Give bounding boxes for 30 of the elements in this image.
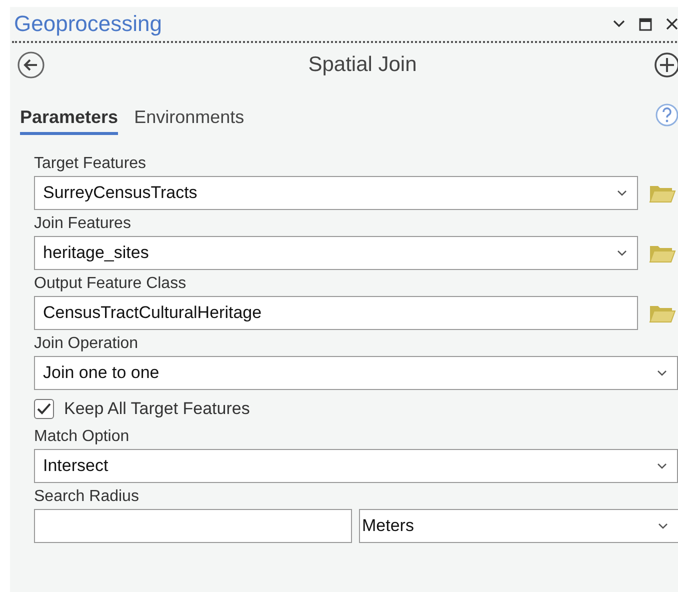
chevron-down-icon (657, 463, 667, 469)
parameter-label: Search Radius (34, 488, 140, 506)
chevron-down-icon (657, 370, 667, 376)
dropdown-field[interactable]: SurreyCensusTracts (34, 176, 638, 210)
checkbox-label: Keep All Target Features (64, 399, 250, 419)
parameter-label: Target Features (34, 155, 148, 173)
chevron-down-icon[interactable] (613, 20, 625, 28)
parameter-label: Output Feature Class (34, 275, 188, 293)
chevron-down-icon (617, 190, 627, 196)
input-field[interactable]: CensusTractCulturalHeritage (34, 296, 638, 330)
help-icon[interactable] (655, 103, 678, 127)
back-icon[interactable] (17, 51, 45, 79)
pane-title: Geoprocessing (14, 11, 163, 37)
parameter-label: Match Option (34, 428, 130, 446)
checkbox[interactable] (34, 399, 54, 419)
dropdown-field[interactable]: Intersect (34, 449, 678, 483)
add-icon[interactable] (654, 52, 678, 78)
dropdown-field[interactable]: Meters (359, 509, 678, 543)
tab[interactable]: Environments (134, 106, 244, 135)
maximize-icon[interactable] (639, 18, 652, 30)
close-icon[interactable] (666, 18, 678, 30)
chevron-down-icon (658, 523, 668, 529)
chevron-down-icon (617, 250, 627, 256)
tool-title: Spatial Join (307, 53, 418, 77)
dropdown-field[interactable]: heritage_sites (34, 236, 638, 270)
tab[interactable]: Parameters (20, 106, 118, 135)
parameter-label: Join Features (34, 215, 132, 233)
parameter-label: Join Operation (34, 335, 140, 353)
input-field[interactable] (34, 509, 352, 543)
dropdown-field[interactable]: Join one to one (34, 356, 678, 390)
